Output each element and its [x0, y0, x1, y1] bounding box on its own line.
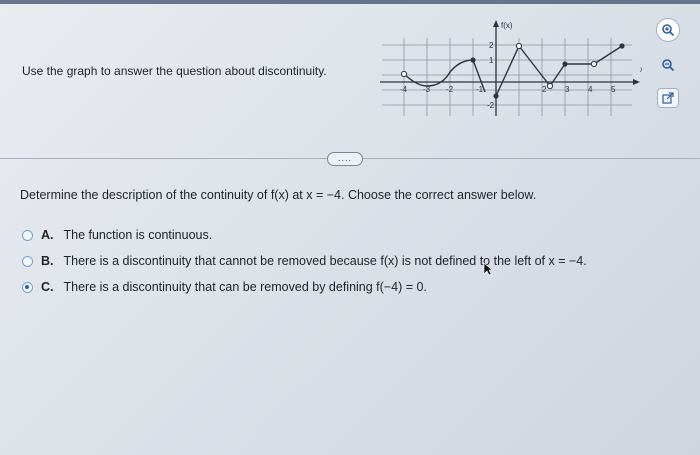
mouse-cursor-icon [483, 262, 493, 279]
option-text: There is a discontinuity that cannot be … [63, 254, 587, 268]
answer-options: A. The function is continuous. B. There … [22, 222, 587, 300]
top-bar [0, 0, 700, 4]
y-tick: 2 [489, 41, 494, 50]
option-a[interactable]: A. The function is continuous. [22, 222, 587, 248]
radio-button[interactable] [22, 255, 33, 267]
x-axis-label: x [639, 65, 642, 74]
zoom-in-icon[interactable] [656, 18, 680, 42]
zoom-out-icon[interactable] [657, 54, 679, 76]
function-graph: f(x) x -4 -3 -2 -1 2 3 4 5 2 1 -2 [380, 20, 642, 116]
instruction-text: Use the graph to answer the question abo… [22, 64, 327, 78]
radio-button-selected[interactable] [22, 281, 33, 293]
option-letter: B. [41, 254, 54, 268]
option-b[interactable]: B. There is a discontinuity that cannot … [22, 248, 587, 274]
option-text: There is a discontinuity that can be rem… [63, 280, 427, 294]
question-text: Determine the description of the continu… [20, 188, 537, 202]
option-letter: C. [41, 280, 54, 294]
radio-button[interactable] [22, 229, 33, 241]
x-tick: 3 [565, 85, 570, 94]
x-tick: -1 [476, 85, 484, 94]
x-tick: -2 [446, 85, 454, 94]
y-tick: -2 [487, 101, 495, 110]
option-text: The function is continuous. [63, 228, 213, 242]
y-tick: 1 [489, 56, 494, 65]
more-button[interactable]: .... [327, 152, 363, 166]
func-label: f(x) [501, 21, 513, 30]
x-tick: 2 [542, 85, 547, 94]
option-letter: A. [41, 228, 54, 242]
x-tick: 4 [588, 85, 593, 94]
external-link-icon[interactable] [657, 88, 679, 108]
graph-tools [652, 18, 684, 120]
x-tick: -3 [423, 85, 431, 94]
x-tick: 5 [611, 85, 616, 94]
x-tick: -4 [400, 85, 408, 94]
option-c[interactable]: C. There is a discontinuity that can be … [22, 274, 587, 300]
